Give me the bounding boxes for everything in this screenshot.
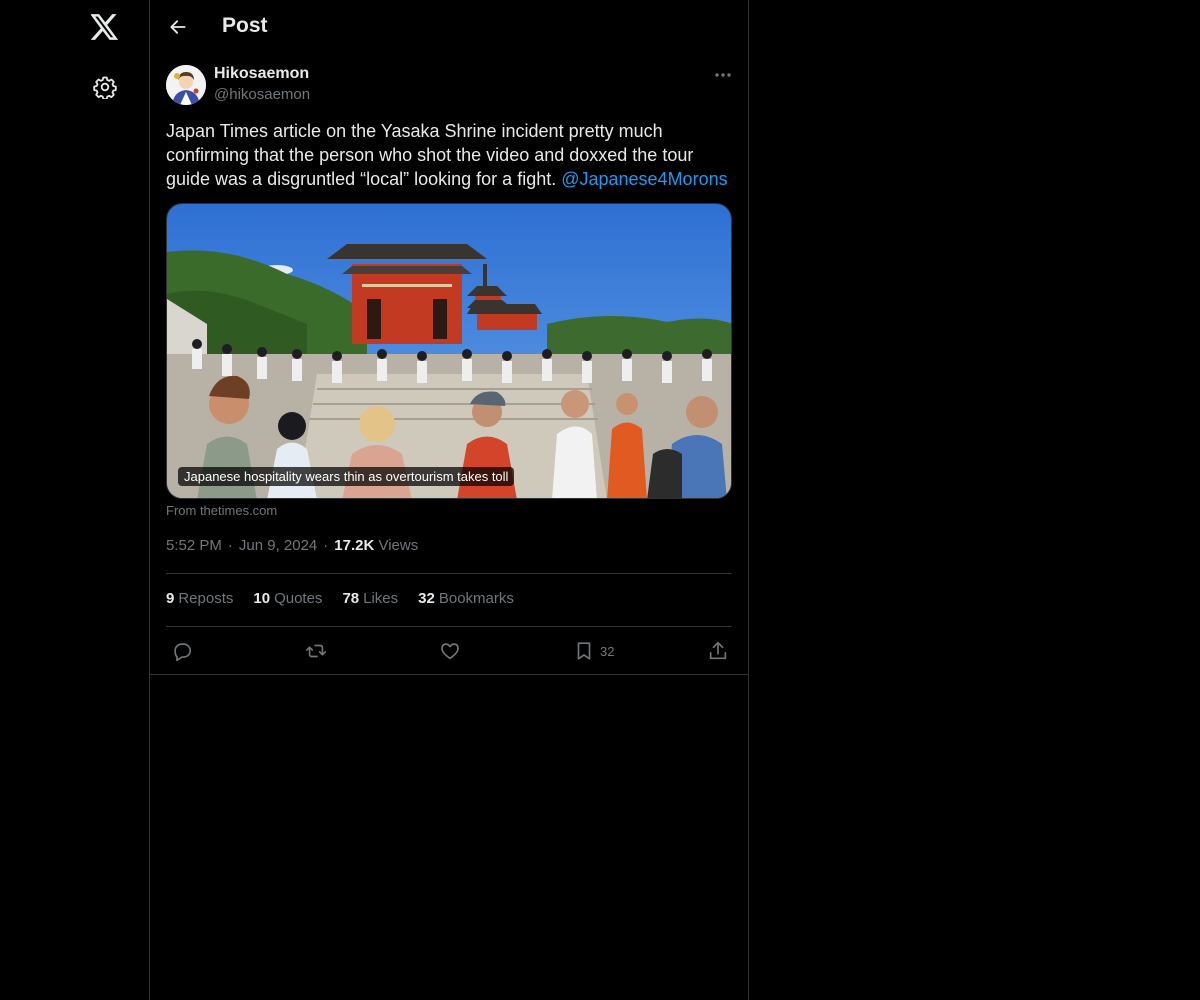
engagement-stats: 9 Reposts 10 Quotes 78 Likes 32 Bookmarks xyxy=(166,590,514,607)
arrow-left-icon xyxy=(170,20,186,34)
stat-quotes[interactable]: 10 Quotes xyxy=(253,590,322,607)
card-source[interactable]: From thetimes.com xyxy=(166,503,277,518)
author-handle[interactable]: @hikosaemon xyxy=(214,86,310,103)
post-meta: 5:52 PM · Jun 9, 2024 · 17.2K Views xyxy=(166,537,418,554)
stat-count: 10 xyxy=(253,590,271,607)
page-title: Post xyxy=(222,14,268,37)
post-date[interactable]: Jun 9, 2024 xyxy=(239,537,317,554)
more-dots-icon xyxy=(715,73,731,77)
back-button[interactable] xyxy=(164,13,192,41)
stat-label: Quotes xyxy=(274,590,323,607)
stat-bookmarks[interactable]: 32 Bookmarks xyxy=(418,590,514,607)
separator-dot: · xyxy=(323,537,329,554)
views-label: Views xyxy=(378,537,419,554)
separator-dot: · xyxy=(227,537,233,554)
avatar[interactable] xyxy=(166,65,206,105)
reply-icon xyxy=(174,643,192,662)
mention-link[interactable]: @Japanese4Morons xyxy=(561,169,727,189)
stat-count: 78 xyxy=(342,590,360,607)
divider xyxy=(166,573,732,574)
card-caption: Japanese hospitality wears thin as overt… xyxy=(178,467,515,486)
views-count: 17.2K xyxy=(334,537,375,554)
card-image xyxy=(167,204,731,498)
more-options-button[interactable] xyxy=(710,64,736,86)
x-logo-icon[interactable] xyxy=(89,11,121,43)
reply-button[interactable] xyxy=(171,639,193,663)
share-icon xyxy=(709,641,727,660)
repost-button[interactable] xyxy=(304,639,328,663)
stat-count: 9 xyxy=(166,590,175,607)
share-button[interactable] xyxy=(707,639,729,663)
left-nav xyxy=(0,0,150,1000)
repost-icon xyxy=(306,644,326,658)
page-header: Post xyxy=(150,0,748,54)
divider xyxy=(150,674,748,675)
stat-label: Reposts xyxy=(178,590,234,607)
stat-reposts[interactable]: 9 Reposts xyxy=(166,590,233,607)
author-name[interactable]: Hikosaemon xyxy=(214,65,309,83)
heart-icon xyxy=(441,643,459,660)
bookmark-count: 32 xyxy=(600,643,615,659)
stat-label: Likes xyxy=(363,590,399,607)
stat-label: Bookmarks xyxy=(438,590,514,607)
stat-likes[interactable]: 78 Likes xyxy=(342,590,398,607)
gear-icon[interactable] xyxy=(91,73,119,101)
bookmark-icon xyxy=(577,642,591,660)
stat-count: 32 xyxy=(418,590,435,607)
post-column: Post Hikosaemon @hikosaemon Japan Times … xyxy=(149,0,749,1000)
link-card[interactable]: Japanese hospitality wears thin as overt… xyxy=(166,203,732,499)
bookmark-button[interactable]: 32 xyxy=(573,639,614,663)
post-time[interactable]: 5:52 PM xyxy=(166,537,222,554)
like-button[interactable] xyxy=(439,639,461,663)
action-bar: 32 xyxy=(150,627,748,674)
post-text: Japan Times article on the Yasaka Shrine… xyxy=(166,119,732,191)
